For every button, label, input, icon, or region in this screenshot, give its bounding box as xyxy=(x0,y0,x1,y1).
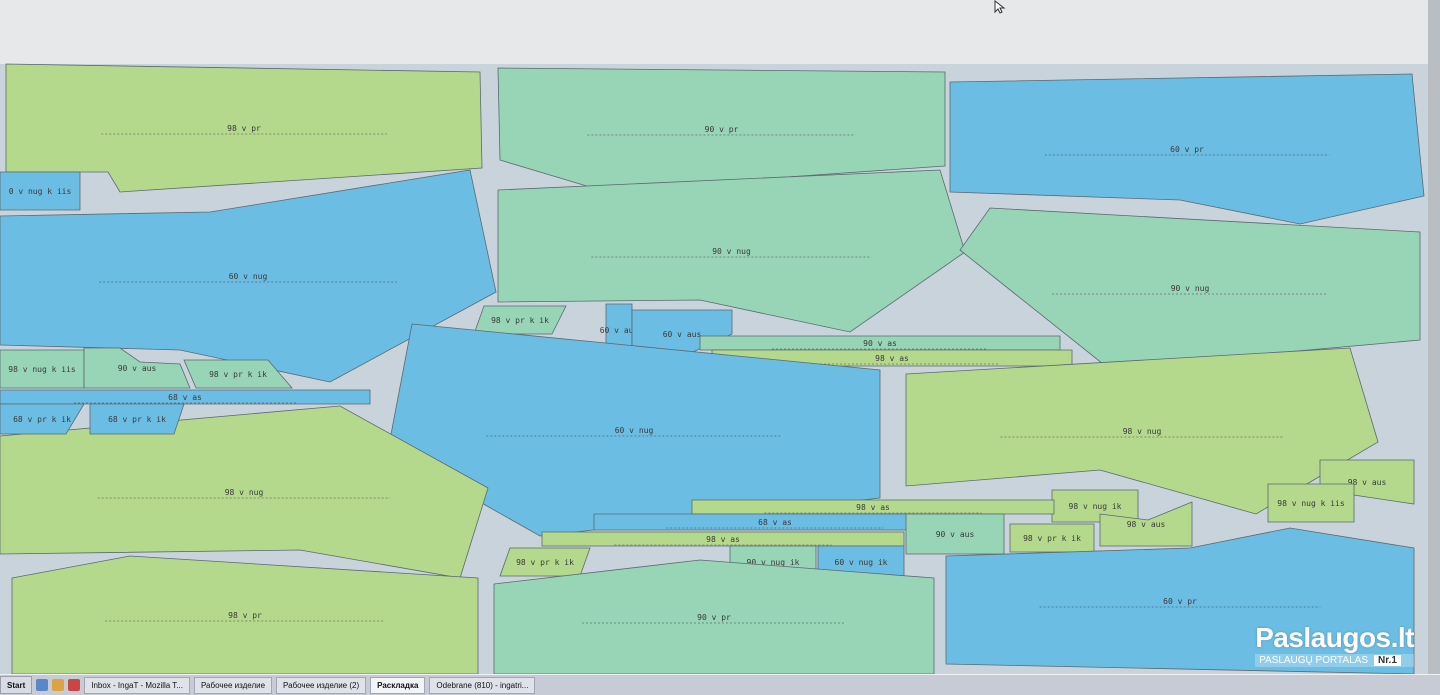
pattern-piece[interactable]: 98 v as xyxy=(691,499,1055,515)
pattern-piece-label: 98 v pr k ik xyxy=(1023,534,1081,543)
pattern-piece[interactable]: 60 v pr xyxy=(949,73,1425,225)
pattern-piece-label: 98 v pr xyxy=(228,611,262,620)
pattern-piece-label: 98 v nug ik xyxy=(1069,502,1122,511)
pattern-piece-label: 98 v as xyxy=(706,535,740,544)
pattern-piece[interactable]: 68 v as xyxy=(0,389,371,405)
pattern-piece[interactable]: 0 v nug k iis xyxy=(0,171,81,211)
browser-icon[interactable] xyxy=(36,679,49,691)
pattern-piece-label: 60 v nug ik xyxy=(835,558,888,567)
pattern-piece[interactable]: 90 v pr xyxy=(493,559,935,675)
pattern-piece-label: 60 v aus xyxy=(663,330,702,339)
pattern-piece-label: 60 v pr xyxy=(1163,597,1197,606)
app-icon[interactable] xyxy=(68,679,81,691)
pattern-piece-label: 98 v pr k ik xyxy=(209,370,267,379)
pattern-piece-label: 98 v aus xyxy=(1127,520,1166,529)
pattern-piece-label: 90 v nug xyxy=(1171,284,1210,293)
pattern-piece[interactable]: 98 v as xyxy=(541,531,905,547)
pattern-piece-label: 68 v as xyxy=(758,518,792,527)
pattern-piece[interactable]: 98 v nug k iis xyxy=(0,349,85,389)
taskbar-item-odebrane[interactable]: Odebrane (810) - ingatri... xyxy=(429,676,536,694)
pattern-piece-label: 60 v nug xyxy=(615,426,654,435)
pattern-piece[interactable]: 90 v as xyxy=(699,335,1061,351)
pattern-piece-label: 98 v pr xyxy=(227,124,261,133)
pattern-piece-label: 98 v nug xyxy=(225,488,264,497)
pattern-piece[interactable]: 68 v pr k ik xyxy=(89,403,185,435)
watermark-title: Paslaugos.lt xyxy=(1255,622,1414,653)
pattern-piece[interactable]: 98 v pr xyxy=(11,555,479,675)
pattern-piece-label: 98 v nug xyxy=(1123,427,1162,436)
pattern-piece-label: 98 v pr k ik xyxy=(516,558,574,567)
pattern-piece[interactable]: 90 v pr xyxy=(497,67,946,191)
pattern-piece-label: 98 v as xyxy=(856,503,890,512)
watermark-subtitle: PASLAUGŲ PORTALAS Nr.1 xyxy=(1255,654,1414,667)
pattern-piece[interactable]: 98 v pr k ik xyxy=(473,305,567,335)
pattern-piece-label: 98 v nug k iis xyxy=(1277,499,1345,508)
pattern-piece-label: 60 v nug xyxy=(229,272,268,281)
pattern-piece[interactable]: 98 v pr k ik xyxy=(1009,523,1095,553)
pattern-piece-label: 0 v nug k iis xyxy=(9,187,72,196)
pattern-piece-label: 90 v aus xyxy=(118,364,157,373)
pattern-piece-label: 90 v nug xyxy=(712,247,751,256)
marker-layout: 98 v pr 90 v pr 60 v pr 0 v nug k iis 60 v n… xyxy=(0,63,1425,675)
pattern-piece[interactable]: 98 v nug k iis xyxy=(1267,483,1355,523)
taskbar-item-work-item[interactable]: Рабочее изделие xyxy=(193,676,273,694)
taskbar: Start Inbox - IngaT - Mozilla T... Рабоч… xyxy=(0,674,1440,695)
pattern-piece-label: 60 v pr xyxy=(1170,145,1204,154)
pattern-piece-label: 68 v pr k ik xyxy=(108,415,166,424)
pattern-piece-label: 98 v nug k iis xyxy=(8,365,76,374)
pattern-piece[interactable]: 98 v pr k ik xyxy=(499,547,591,577)
pattern-piece-label: 98 v as xyxy=(875,354,909,363)
pattern-piece[interactable]: 90 v aus xyxy=(905,513,1005,555)
pattern-piece-label: 90 v pr xyxy=(705,125,739,134)
taskbar-item-layout[interactable]: Раскладка xyxy=(370,676,426,694)
pattern-piece-label: 90 v aus xyxy=(936,530,975,539)
pattern-piece-label: 90 v pr xyxy=(697,613,731,622)
pattern-piece[interactable]: 68 v as xyxy=(593,513,957,531)
taskbar-item-work-item-2[interactable]: Рабочее изделие (2) xyxy=(276,676,367,694)
taskbar-item-inbox[interactable]: Inbox - IngaT - Mozilla T... xyxy=(84,676,190,694)
pattern-piece[interactable]: 90 v nug xyxy=(497,169,966,333)
pattern-piece[interactable]: 90 v aus xyxy=(83,347,191,389)
pattern-piece-label: 98 v pr k ik xyxy=(491,316,549,325)
pattern-piece-label: 68 v pr k ik xyxy=(13,415,71,424)
pattern-piece-label: 68 v as xyxy=(168,393,202,402)
start-button[interactable]: Start xyxy=(0,676,33,694)
watermark: Paslaugos.lt PASLAUGŲ PORTALAS Nr.1 xyxy=(1255,622,1414,667)
explorer-icon[interactable] xyxy=(52,679,65,691)
pattern-piece-label: 90 v as xyxy=(863,339,897,348)
